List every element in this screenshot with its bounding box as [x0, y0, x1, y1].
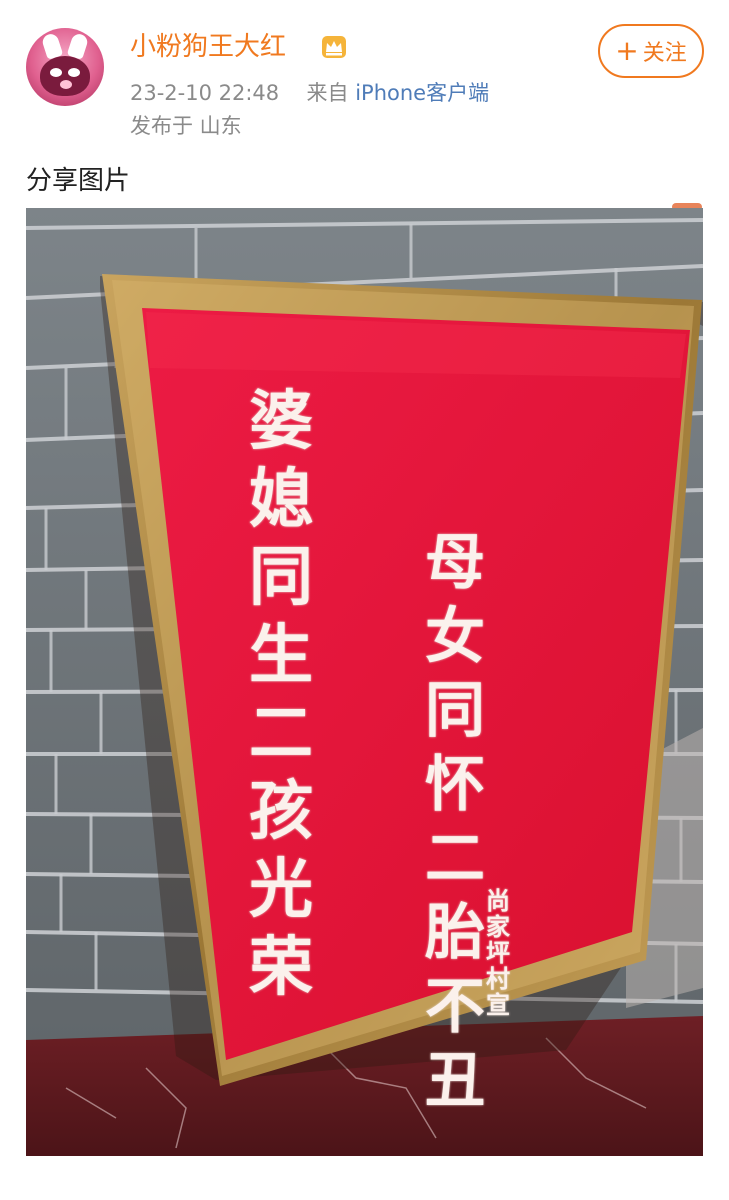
post-client-link[interactable]: iPhone客户端	[355, 81, 489, 105]
sign-couplet-right: 母 女 同 怀 二 胎 不 丑	[410, 526, 500, 1118]
sign-photo-graphic	[26, 208, 703, 1156]
plus-icon: +	[615, 34, 639, 67]
sign-char: 婆	[249, 384, 313, 459]
sign-char: 孩	[249, 774, 313, 849]
sign-char: 家	[486, 912, 510, 941]
sign-char: 坪	[486, 938, 510, 967]
follow-label: 关注	[642, 41, 687, 66]
post-meta: 23-2-10 22:48 来自 iPhone客户端	[130, 79, 489, 107]
sign-char: 丑	[425, 1046, 485, 1116]
post-source-prefix: 来自	[306, 81, 349, 105]
sign-char: 村	[486, 964, 510, 993]
sign-char: 同	[249, 540, 313, 615]
sign-char: 二	[425, 824, 485, 894]
avatar[interactable]	[26, 28, 104, 106]
sign-char: 媳	[249, 462, 313, 537]
sign-village-credit: 尚 家 坪 村 宣	[482, 888, 514, 1018]
post-timestamp: 23-2-10 22:48	[130, 81, 280, 105]
follow-button[interactable]: + 关注	[598, 24, 704, 78]
sign-char: 荣	[249, 930, 313, 1005]
avatar-face	[40, 56, 90, 96]
sign-char: 同	[425, 676, 485, 746]
sign-char: 二	[249, 696, 313, 771]
avatar-eye-left	[50, 68, 62, 77]
sign-char: 光	[249, 852, 313, 927]
sign-char: 尚	[486, 886, 510, 915]
sign-char: 女	[425, 602, 485, 672]
sign-char: 母	[425, 528, 485, 598]
avatar-eye-right	[68, 68, 80, 77]
avatar-nose	[60, 80, 72, 89]
post-image[interactable]: 婆 媳 同 生 二 孩 光 荣 母 女 同 怀 二 胎 不 丑 尚 家 坪 村 …	[26, 208, 703, 1156]
sign-couplet-left: 婆 媳 同 生 二 孩 光 荣	[236, 383, 326, 1007]
username[interactable]: 小粉狗王大红	[130, 30, 286, 64]
post-location: 发布于 山东	[130, 114, 242, 138]
sign-char: 生	[249, 618, 313, 693]
crown-icon[interactable]	[320, 34, 348, 60]
post-header: 小粉狗王大红 23-2-10 22:48 来自 iPhone客户端 发布于 山东…	[0, 0, 729, 150]
sign-char: 怀	[425, 750, 485, 820]
sign-char: 宣	[486, 990, 510, 1019]
post-text: 分享图片	[26, 166, 131, 196]
